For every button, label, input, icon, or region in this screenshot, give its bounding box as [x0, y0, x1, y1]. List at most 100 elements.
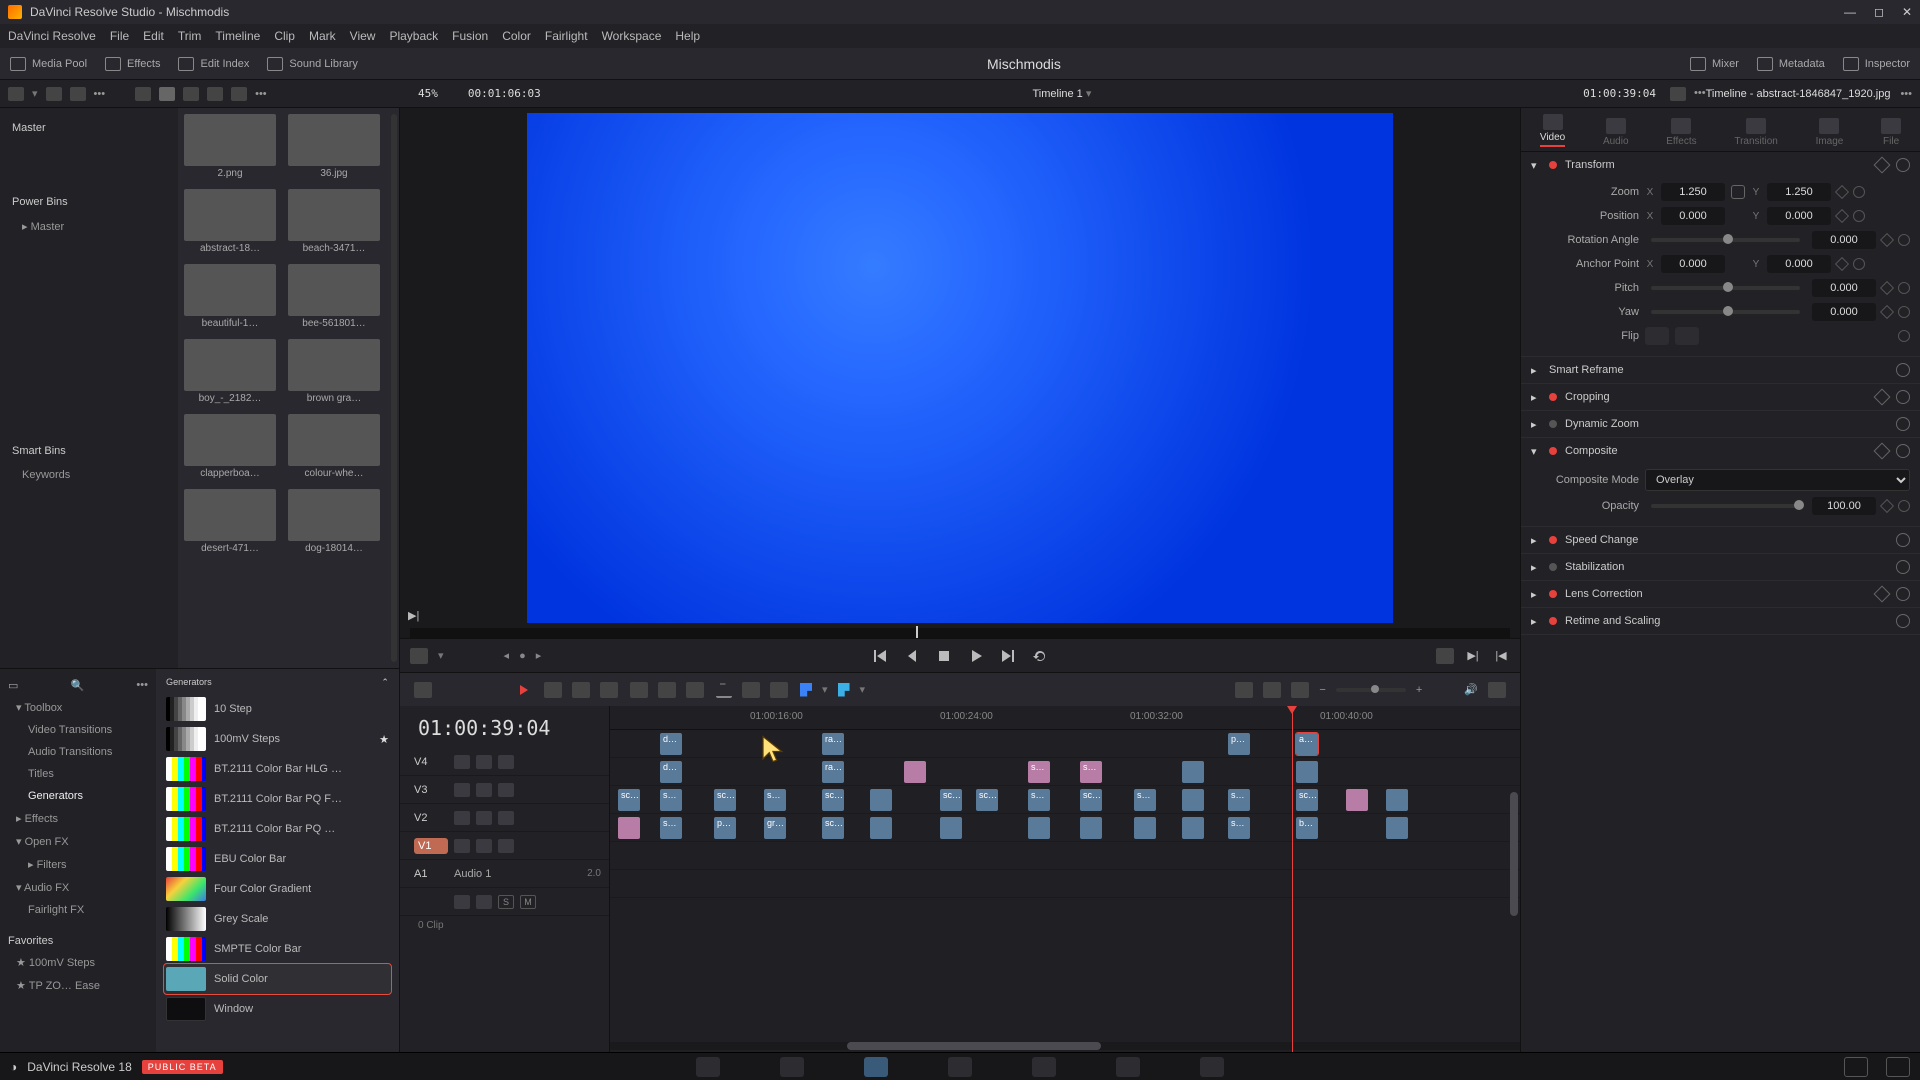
- menu-timeline[interactable]: Timeline: [215, 29, 260, 43]
- tab-transition[interactable]: Transition: [1734, 118, 1778, 147]
- lock-icon[interactable]: [454, 895, 470, 909]
- pos-x-input[interactable]: 0.000: [1661, 207, 1725, 225]
- chevron-down-icon[interactable]: ▾: [1086, 88, 1092, 100]
- reset-icon[interactable]: [1898, 500, 1910, 512]
- disable-icon[interactable]: [498, 783, 514, 797]
- reset-icon[interactable]: [1898, 234, 1910, 246]
- mixer-icon[interactable]: [1488, 682, 1506, 698]
- timeline-view-icon[interactable]: [414, 682, 432, 698]
- fx-fairlightfx[interactable]: Fairlight FX: [0, 899, 156, 921]
- timeline-clip[interactable]: d…: [660, 733, 682, 755]
- master-bin[interactable]: Master: [8, 116, 170, 140]
- mediapool-scrollbar[interactable]: [391, 114, 397, 662]
- reset-icon[interactable]: [1896, 158, 1910, 172]
- reset-icon[interactable]: [1898, 330, 1910, 342]
- lock-icon[interactable]: [770, 682, 788, 698]
- disable-icon[interactable]: [498, 755, 514, 769]
- track-header[interactable]: V2: [400, 804, 609, 832]
- retime-header[interactable]: ▸Retime and Scaling: [1521, 608, 1920, 634]
- reset-icon[interactable]: [1896, 560, 1910, 574]
- timeline-clip[interactable]: s…: [660, 789, 682, 811]
- generator-item[interactable]: Grey Scale: [164, 904, 391, 934]
- link-icon[interactable]: [1731, 185, 1745, 199]
- timeline-clip[interactable]: s…: [764, 789, 786, 811]
- flag-icon[interactable]: [800, 683, 812, 697]
- keyframe-icon[interactable]: [1880, 233, 1894, 247]
- track-header[interactable]: A1Audio 12.0: [400, 860, 609, 888]
- reset-icon[interactable]: [1853, 258, 1865, 270]
- viewer-scrubber[interactable]: [410, 628, 1510, 638]
- fx-effects[interactable]: ▸ Effects: [0, 807, 156, 830]
- timeline-track[interactable]: d…ra…s…s…: [610, 758, 1520, 786]
- tab-video[interactable]: Video: [1540, 114, 1565, 147]
- settings-icon[interactable]: [1886, 1057, 1910, 1077]
- generator-item[interactable]: SMPTE Color Bar: [164, 934, 391, 964]
- trim-tool[interactable]: [544, 682, 562, 698]
- timeline-clip[interactable]: sc…: [822, 789, 844, 811]
- reset-icon[interactable]: [1898, 282, 1910, 294]
- menu-playback[interactable]: Playback: [389, 29, 438, 43]
- menu-help[interactable]: Help: [675, 29, 700, 43]
- keyframe-icon[interactable]: [1835, 209, 1849, 223]
- zoom-fit-icon[interactable]: [1235, 682, 1253, 698]
- timeline-clip[interactable]: [1028, 817, 1050, 839]
- speed-header[interactable]: ▸Speed Change: [1521, 527, 1920, 553]
- generator-item[interactable]: Solid Color: [164, 964, 391, 994]
- tab-audio[interactable]: Audio: [1603, 118, 1629, 147]
- lock-icon[interactable]: [454, 755, 470, 769]
- media-clip[interactable]: dog-18014…: [288, 489, 380, 560]
- timeline-track[interactable]: [610, 870, 1520, 898]
- menu-clip[interactable]: Clip: [274, 29, 295, 43]
- fx-titles[interactable]: Titles: [0, 763, 156, 785]
- zoom-custom-icon[interactable]: [1291, 682, 1309, 698]
- maximize-button[interactable]: ◻: [1874, 5, 1884, 19]
- timeline-clip[interactable]: d…: [660, 761, 682, 783]
- reset-icon[interactable]: [1896, 587, 1910, 601]
- smartbins-header[interactable]: Smart Bins: [8, 439, 170, 463]
- timeline-clip[interactable]: s…: [1028, 761, 1050, 783]
- timeline-clip[interactable]: s…: [1028, 789, 1050, 811]
- marker-icon[interactable]: [838, 683, 850, 697]
- step-forward-icon[interactable]: ▶|: [408, 609, 419, 622]
- thumb-view-icon[interactable]: [135, 87, 151, 101]
- timeline-clip[interactable]: [1182, 789, 1204, 811]
- timeline-clip[interactable]: [1386, 817, 1408, 839]
- metadata-toggle[interactable]: Metadata: [1757, 57, 1825, 71]
- timeline-clip[interactable]: s…: [660, 817, 682, 839]
- import-icon[interactable]: [46, 87, 62, 101]
- menu-fusion[interactable]: Fusion: [452, 29, 488, 43]
- smartbin-keywords[interactable]: Keywords: [8, 463, 170, 487]
- zoom-slider[interactable]: [1336, 688, 1406, 692]
- fx-audio-transitions[interactable]: Audio Transitions: [0, 741, 156, 763]
- media-clip[interactable]: brown gra…: [288, 339, 380, 410]
- timeline-track[interactable]: d…ra…p…a…: [610, 730, 1520, 758]
- powerbins-master[interactable]: ▸ Master: [8, 214, 170, 239]
- timeline-clip[interactable]: gr…: [764, 817, 786, 839]
- reset-icon[interactable]: [1896, 417, 1910, 431]
- yaw-slider[interactable]: [1651, 310, 1800, 314]
- star-icon[interactable]: ★: [379, 733, 389, 746]
- timeline-clip[interactable]: s…: [1134, 789, 1156, 811]
- search-icon[interactable]: 🔍: [71, 679, 85, 692]
- fav-item[interactable]: ★ TP ZO… Ease: [0, 974, 156, 997]
- mixer-toggle[interactable]: Mixer: [1690, 57, 1739, 71]
- smartreframe-header[interactable]: ▸Smart Reframe: [1521, 357, 1920, 383]
- media-clip[interactable]: colour-whe…: [288, 414, 380, 485]
- transform-header[interactable]: ▾Transform: [1521, 152, 1920, 178]
- media-clip[interactable]: bee-561801…: [288, 264, 380, 335]
- tab-file[interactable]: File: [1881, 118, 1901, 147]
- fx-audiofx[interactable]: ▾ Audio FX: [0, 876, 156, 899]
- media-clip[interactable]: 36.jpg: [288, 114, 380, 185]
- auto-select-icon[interactable]: [476, 839, 492, 853]
- media-clip[interactable]: beach-3471…: [288, 189, 380, 260]
- overwrite-icon[interactable]: [658, 682, 676, 698]
- opacity-slider[interactable]: [1651, 504, 1800, 508]
- reset-icon[interactable]: [1853, 186, 1865, 198]
- timeline-clip[interactable]: [1182, 761, 1204, 783]
- auto-select-icon[interactable]: [476, 811, 492, 825]
- menu-color[interactable]: Color: [502, 29, 531, 43]
- loop-button[interactable]: [1031, 647, 1049, 665]
- track-header[interactable]: V4: [400, 748, 609, 776]
- timeline-clip[interactable]: sc…: [822, 817, 844, 839]
- timeline-clip[interactable]: sc…: [1296, 789, 1318, 811]
